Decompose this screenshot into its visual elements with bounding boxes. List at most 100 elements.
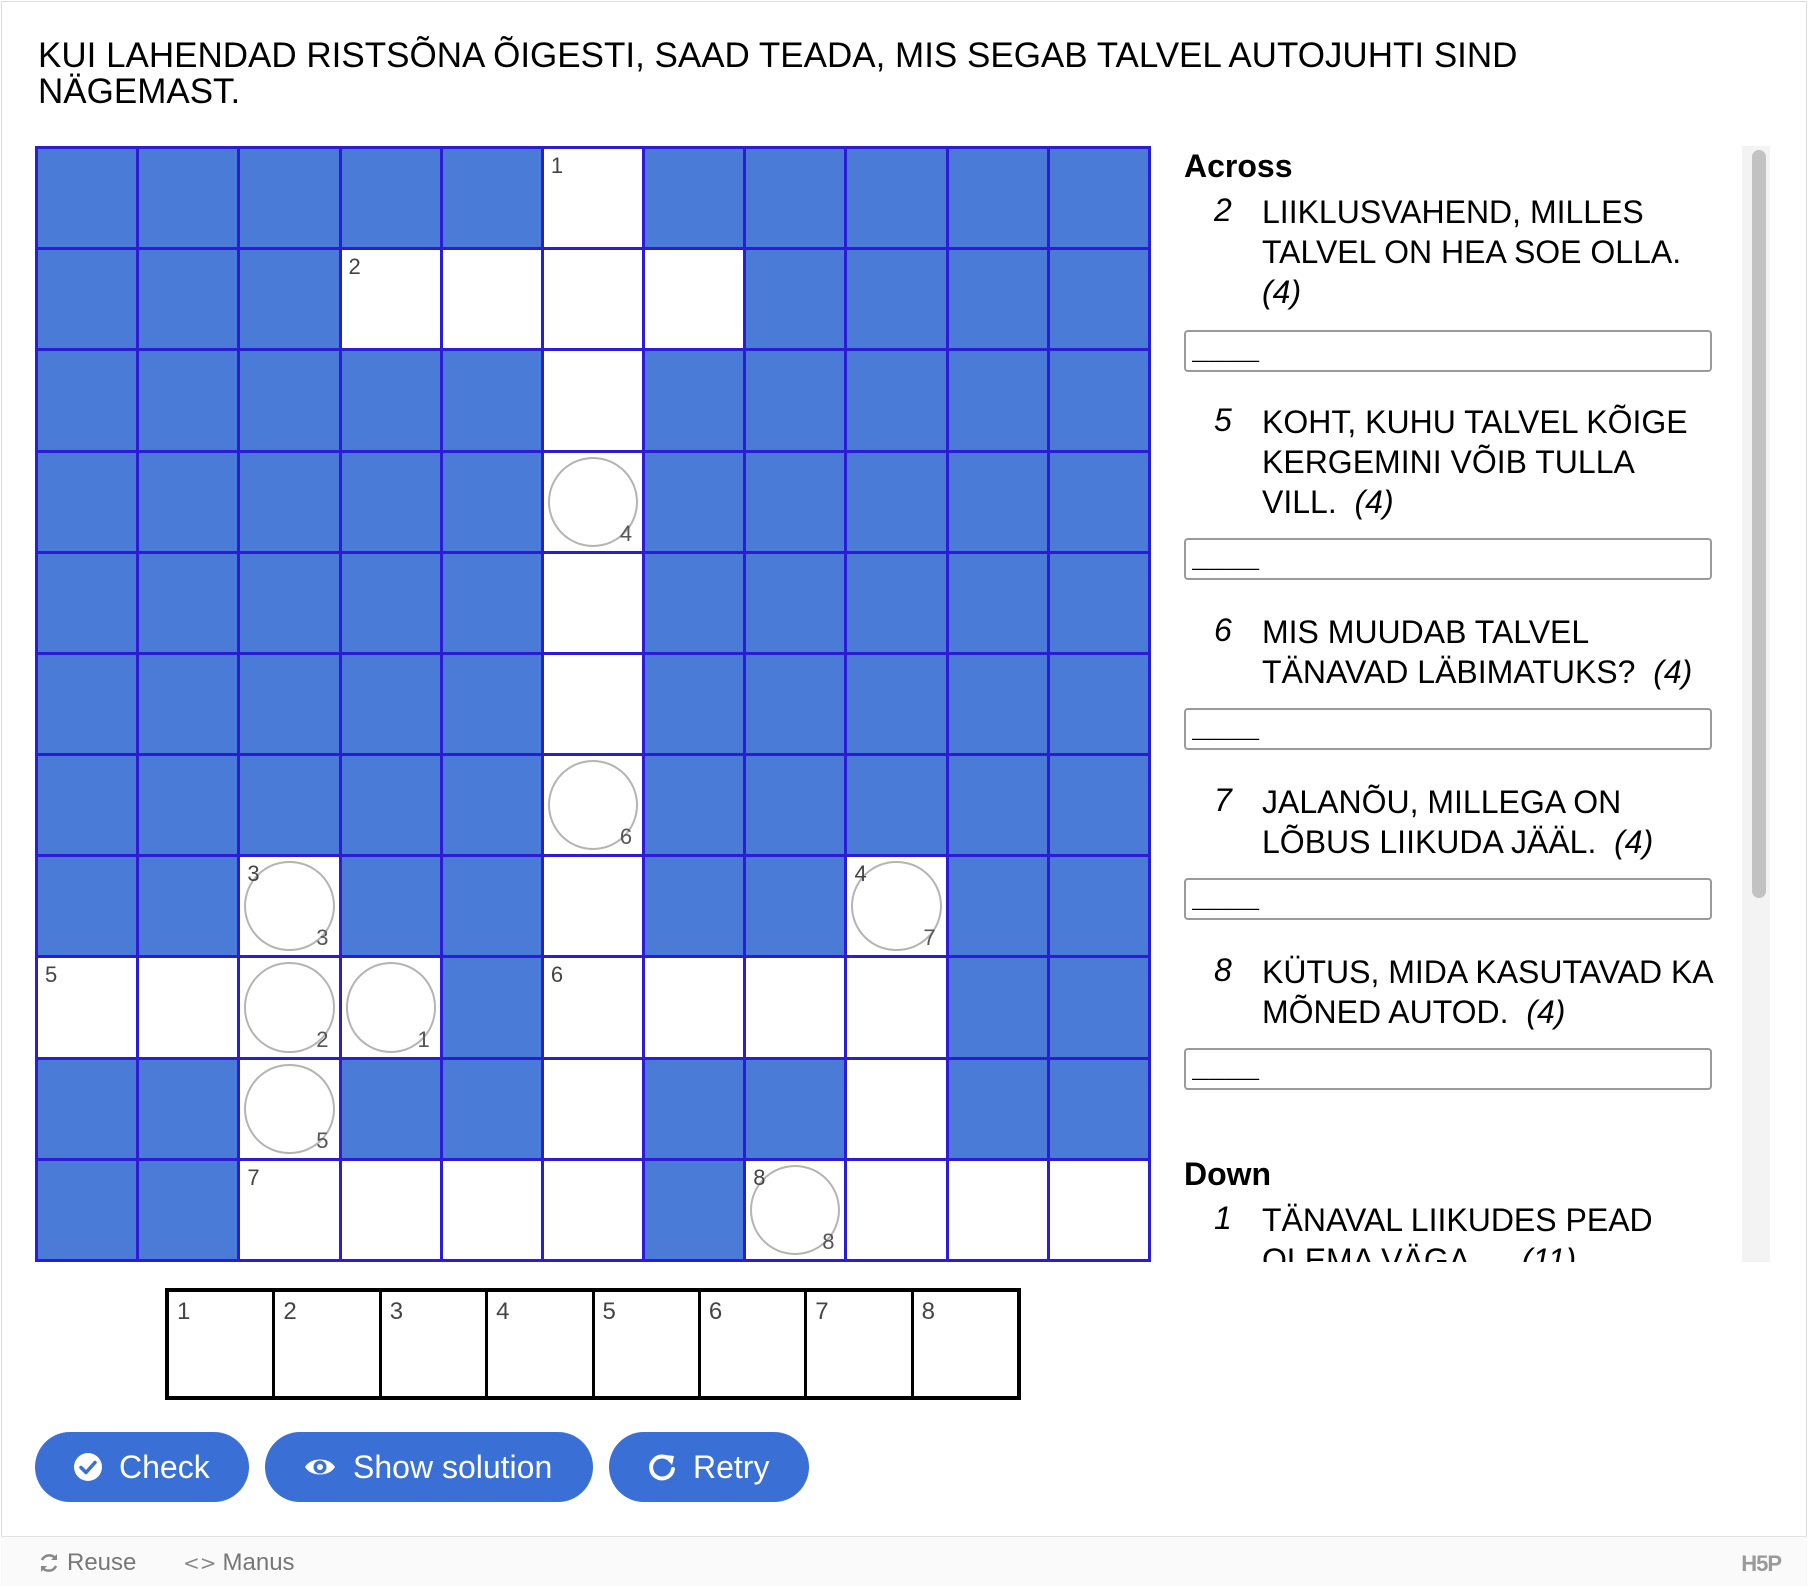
solution-box-index: 4 <box>496 1298 510 1325</box>
solution-box-index: 3 <box>389 1298 404 1325</box>
crossword-blocked-cell <box>1049 553 1148 652</box>
crossword-cell[interactable]: 1 <box>543 149 643 248</box>
crossword-blocked-cell <box>746 250 845 349</box>
crossword-blocked-cell <box>645 857 744 956</box>
solution-letter-index: 1 <box>417 1026 430 1052</box>
crossword-blocked-cell <box>1049 857 1148 956</box>
crossword-blocked-cell <box>948 958 1047 1057</box>
crossword-blocked-cell <box>442 958 541 1057</box>
clue-number-label: 4 <box>854 861 867 887</box>
crossword-cell[interactable]: 1 <box>341 958 440 1057</box>
crossword-cell[interactable] <box>543 1160 643 1259</box>
crossword-blocked-cell <box>442 351 541 450</box>
task-title: KUI LAHENDAD RISTSÕNA ÕIGESTI, SAAD TEAD… <box>38 36 1518 111</box>
clue-answer-input[interactable] <box>1184 538 1712 580</box>
crossword-cell[interactable]: 5 <box>240 1059 339 1158</box>
crossword-blocked-cell <box>38 149 137 248</box>
crossword-cell[interactable] <box>543 654 643 754</box>
check-circle-icon <box>74 1453 102 1481</box>
solution-box-index: 2 <box>283 1298 297 1325</box>
crossword-blocked-cell <box>948 149 1047 248</box>
crossword-blocked-cell <box>645 654 744 754</box>
crossword-cell[interactable]: 6 <box>543 756 643 855</box>
solution-box: 7 <box>807 1292 914 1396</box>
clue-text: TÄNAVAL LIIKUDES PEAD OLEMA VÄGA ... (11… <box>1262 1202 1653 1262</box>
crossword-blocked-cell <box>1049 250 1148 349</box>
solution-box-index: 8 <box>921 1298 935 1325</box>
crossword-cell[interactable] <box>645 958 744 1057</box>
crossword-cell[interactable]: 88 <box>746 1160 845 1259</box>
crossword-cell[interactable] <box>341 1160 440 1259</box>
crossword-cell[interactable] <box>746 958 845 1057</box>
crossword-cell[interactable] <box>847 958 946 1057</box>
crossword-cell[interactable]: 4 <box>543 452 643 551</box>
crossword-blocked-cell <box>341 1059 440 1158</box>
crossword-cell[interactable] <box>442 250 541 349</box>
crossword-blocked-cell <box>38 351 137 450</box>
crossword-cell[interactable] <box>645 250 744 349</box>
crossword-blocked-cell <box>139 756 238 855</box>
retry-button[interactable]: Retry <box>609 1432 809 1502</box>
crossword-blocked-cell <box>139 149 238 248</box>
crossword-cell[interactable] <box>543 553 643 652</box>
crossword-blocked-cell <box>948 1059 1047 1158</box>
eye-icon <box>305 1459 335 1475</box>
crossword-blocked-cell <box>746 654 845 754</box>
crossword-blocked-cell <box>139 857 238 956</box>
crossword-blocked-cell <box>139 553 238 652</box>
clue-number-label: 8 <box>753 1164 766 1190</box>
crossword-blocked-cell <box>746 857 845 956</box>
crossword-cell[interactable] <box>543 857 643 956</box>
check-button[interactable]: Check <box>35 1432 249 1502</box>
crossword-blocked-cell <box>442 654 541 754</box>
down-heading: Down <box>1184 1156 1272 1192</box>
crossword-cell[interactable] <box>1049 1160 1148 1259</box>
h5p-footer: Reuse <> Manus H5P <box>1 1536 1807 1586</box>
crossword-cell[interactable] <box>543 250 643 349</box>
crossword-cell[interactable]: 2 <box>240 958 339 1057</box>
crossword-blocked-cell <box>139 452 238 551</box>
crossword-blocked-cell <box>38 1059 137 1158</box>
crossword-cell[interactable]: 7 <box>240 1160 339 1259</box>
crossword-cell[interactable] <box>847 1160 946 1259</box>
crossword-blocked-cell <box>38 553 137 652</box>
crossword-blocked-cell <box>442 857 541 956</box>
crossword-cell[interactable] <box>543 1059 643 1158</box>
clue-answer-input[interactable] <box>1184 878 1712 920</box>
crossword-cell[interactable] <box>847 1059 946 1158</box>
crossword-cell[interactable] <box>543 351 643 450</box>
solution-box: 8 <box>914 1292 1017 1396</box>
crossword-cell[interactable] <box>442 1160 541 1259</box>
clue-text: LIIKLUSVAHEND, MILLES TALVEL ON HEA SOE … <box>1262 194 1682 310</box>
clue-answer-input[interactable] <box>1184 1048 1712 1090</box>
show-solution-button[interactable]: Show solution <box>265 1432 593 1502</box>
crossword-blocked-cell <box>341 452 440 551</box>
embed-link[interactable]: <> Manus <box>183 1549 295 1577</box>
clue-answer-input[interactable] <box>1184 330 1712 372</box>
clue-number-label: 7 <box>247 1164 260 1190</box>
solution-box-index: 7 <box>815 1298 829 1325</box>
crossword-blocked-cell <box>1049 958 1148 1057</box>
clue-number-label: 1 <box>550 153 564 178</box>
clues-scrollbar-thumb[interactable] <box>1752 150 1766 898</box>
solution-word-boxes: 1 2 3 4 5 6 7 8 <box>165 1288 1021 1400</box>
clue-answer-input[interactable] <box>1184 708 1712 750</box>
crossword-blocked-cell <box>139 250 238 349</box>
crossword-cell[interactable] <box>139 958 238 1057</box>
crossword-cell[interactable]: 2 <box>341 250 440 349</box>
clue-number: 1 <box>1214 1200 1232 1236</box>
reuse-link[interactable]: Reuse <box>37 1549 136 1577</box>
crossword-blocked-cell <box>442 756 541 855</box>
solution-letter-index: 3 <box>316 925 329 951</box>
crossword-blocked-cell <box>746 553 845 652</box>
crossword-cell[interactable]: 6 <box>543 958 643 1057</box>
solution-letter-index: 8 <box>822 1228 835 1254</box>
check-label: Check <box>119 1448 210 1485</box>
crossword-blocked-cell <box>38 654 137 754</box>
crossword-cell[interactable]: 74 <box>847 857 946 956</box>
crossword-cell[interactable]: 5 <box>38 958 137 1057</box>
crossword-blocked-cell <box>847 756 946 855</box>
crossword-cell[interactable]: 33 <box>240 857 339 956</box>
crossword-cell[interactable] <box>948 1160 1047 1259</box>
crossword-blocked-cell <box>240 654 339 754</box>
